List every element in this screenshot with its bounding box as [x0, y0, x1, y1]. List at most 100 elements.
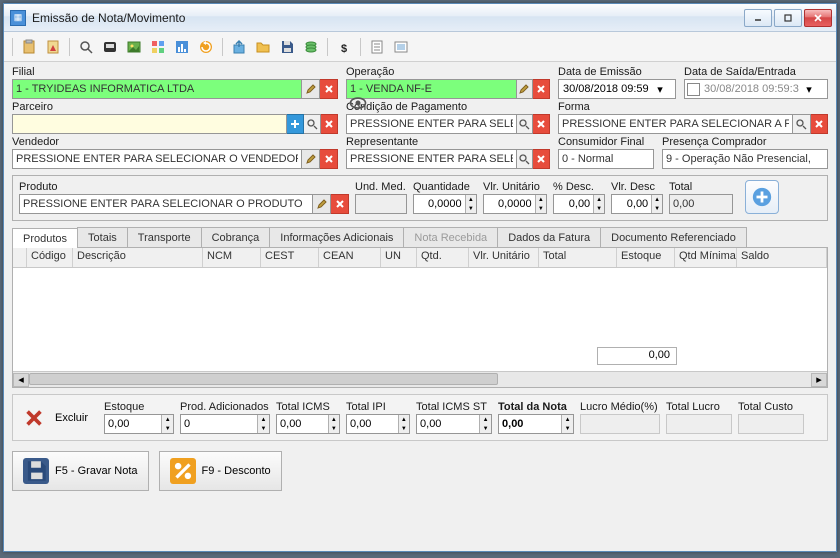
chevron-down-icon[interactable]: ▾ — [653, 83, 667, 96]
total-input[interactable] — [669, 194, 733, 214]
horizontal-scrollbar[interactable]: ◂ ▸ — [13, 371, 827, 387]
percent-icon — [170, 458, 196, 484]
filial-edit-icon[interactable] — [302, 79, 320, 99]
presenca-comprador-select[interactable]: 9 - Operação Não Presencial, — [662, 149, 828, 169]
total-ipi-input[interactable]: ▲▼ — [346, 414, 410, 434]
vendedor-edit-icon[interactable] — [302, 149, 320, 169]
col-qtd[interactable]: Qtd. — [417, 248, 469, 267]
data-saida-input[interactable]: ▾ — [684, 79, 828, 99]
col-un[interactable]: UN — [381, 248, 417, 267]
estoque-input[interactable]: ▲▼ — [104, 414, 174, 434]
toolbar-money-stack-icon[interactable] — [301, 37, 321, 57]
produto-clear-icon[interactable] — [331, 194, 349, 214]
toolbar-clipboard-icon[interactable] — [19, 37, 39, 57]
toolbar-chart-icon[interactable] — [172, 37, 192, 57]
items-grid[interactable]: Código Descrição NCM CEST CEAN UN Qtd. V… — [12, 248, 828, 388]
parceiro-search-icon[interactable] — [304, 114, 321, 134]
parceiro-add-icon[interactable] — [287, 114, 304, 134]
forma-label: Forma — [558, 101, 828, 113]
operacao-input[interactable] — [346, 79, 517, 99]
operacao-clear-icon[interactable] — [533, 79, 550, 99]
data-saida-checkbox[interactable] — [687, 83, 700, 96]
vendedor-input[interactable] — [12, 149, 302, 169]
scroll-left-icon[interactable]: ◂ — [13, 373, 29, 387]
und-med-input[interactable] — [355, 194, 407, 214]
scroll-right-icon[interactable]: ▸ — [811, 373, 827, 387]
parceiro-input[interactable] — [12, 114, 287, 134]
tab-cobranca[interactable]: Cobrança — [201, 227, 271, 247]
delete-icon[interactable] — [19, 403, 49, 433]
toolbar-folder-icon[interactable] — [253, 37, 273, 57]
toolbar-refresh-icon[interactable] — [196, 37, 216, 57]
representante-input[interactable] — [346, 149, 517, 169]
toolbar-list-icon[interactable] — [391, 37, 411, 57]
toolbar-search-icon[interactable] — [76, 37, 96, 57]
total-nota-input[interactable]: ▲▼ — [498, 414, 574, 434]
col-qtd-minima[interactable]: Qtd Mínima — [675, 248, 737, 267]
parceiro-clear-icon[interactable] — [321, 114, 338, 134]
forma-clear-icon[interactable] — [811, 114, 828, 134]
col-estoque[interactable]: Estoque — [617, 248, 675, 267]
minimize-button[interactable] — [744, 9, 772, 27]
close-button[interactable] — [804, 9, 832, 27]
toolbar-dollar-icon[interactable]: $ — [334, 37, 354, 57]
filial-clear-icon[interactable] — [320, 79, 338, 99]
add-product-button[interactable] — [745, 180, 779, 214]
toolbar-export-icon[interactable] — [229, 37, 249, 57]
total-custo-value — [738, 414, 804, 434]
col-vlr-unitario[interactable]: Vlr. Unitário — [469, 248, 539, 267]
eye-icon[interactable] — [348, 93, 368, 113]
col-codigo[interactable]: Código — [27, 248, 73, 267]
toolbar-image-icon[interactable] — [124, 37, 144, 57]
produto-panel: Produto Und. Med. Quantidade ▲▼ Vlr. Uni… — [12, 175, 828, 221]
vendedor-clear-icon[interactable] — [320, 149, 338, 169]
produto-edit-icon[interactable] — [313, 194, 331, 214]
scroll-thumb[interactable] — [29, 373, 498, 385]
col-cean[interactable]: CEAN — [319, 248, 381, 267]
filial-input[interactable] — [12, 79, 302, 99]
toolbar-scale-icon[interactable] — [100, 37, 120, 57]
chevron-down-icon[interactable]: ▾ — [802, 83, 816, 96]
forma-search-icon[interactable] — [793, 114, 810, 134]
toolbar-recent-icon[interactable] — [43, 37, 63, 57]
desconto-button[interactable]: F9 - Desconto — [159, 451, 282, 491]
quantidade-input[interactable]: ▲▼ — [413, 194, 477, 214]
col-saldo[interactable]: Saldo — [737, 248, 827, 267]
tab-produtos[interactable]: Produtos — [12, 228, 78, 248]
und-med-label: Und. Med. — [355, 181, 407, 193]
vlr-unitario-input[interactable]: ▲▼ — [483, 194, 547, 214]
toolbar-palette-icon[interactable] — [148, 37, 168, 57]
total-icms-st-input[interactable]: ▲▼ — [416, 414, 492, 434]
gravar-nota-button[interactable]: F5 - Gravar Nota — [12, 451, 149, 491]
representante-search-icon[interactable] — [517, 149, 534, 169]
tab-totais[interactable]: Totais — [77, 227, 128, 247]
vlr-desc-input[interactable]: ▲▼ — [611, 194, 663, 214]
data-emissao-input[interactable]: ▾ — [558, 79, 676, 99]
tab-doc-referenciado[interactable]: Documento Referenciado — [600, 227, 747, 247]
pct-desc-input[interactable]: ▲▼ — [553, 194, 605, 214]
grid-footer-total: 0,00 — [597, 347, 677, 365]
grid-header: Código Descrição NCM CEST CEAN UN Qtd. V… — [13, 248, 827, 268]
cond-pagamento-input[interactable] — [346, 114, 517, 134]
toolbar-receipt-icon[interactable] — [367, 37, 387, 57]
col-descricao[interactable]: Descrição — [73, 248, 203, 267]
col-total[interactable]: Total — [539, 248, 617, 267]
maximize-button[interactable] — [774, 9, 802, 27]
tab-transporte[interactable]: Transporte — [127, 227, 202, 247]
toolbar-save-icon[interactable] — [277, 37, 297, 57]
col-cest[interactable]: CEST — [261, 248, 319, 267]
cond-pagamento-search-icon[interactable] — [517, 114, 534, 134]
forma-input[interactable] — [558, 114, 793, 134]
produto-input[interactable] — [19, 194, 313, 214]
total-icms-input[interactable]: ▲▼ — [276, 414, 340, 434]
total-lucro-value — [666, 414, 732, 434]
cond-pagamento-clear-icon[interactable] — [533, 114, 550, 134]
consumidor-final-select[interactable]: 0 - Normal — [558, 149, 654, 169]
filial-label: Filial — [12, 66, 338, 78]
tab-dados-fatura[interactable]: Dados da Fatura — [497, 227, 601, 247]
operacao-edit-icon[interactable] — [517, 79, 534, 99]
prod-adicionados-input[interactable]: ▲▼ — [180, 414, 270, 434]
col-ncm[interactable]: NCM — [203, 248, 261, 267]
tab-informacoes[interactable]: Informações Adicionais — [269, 227, 404, 247]
representante-clear-icon[interactable] — [533, 149, 550, 169]
